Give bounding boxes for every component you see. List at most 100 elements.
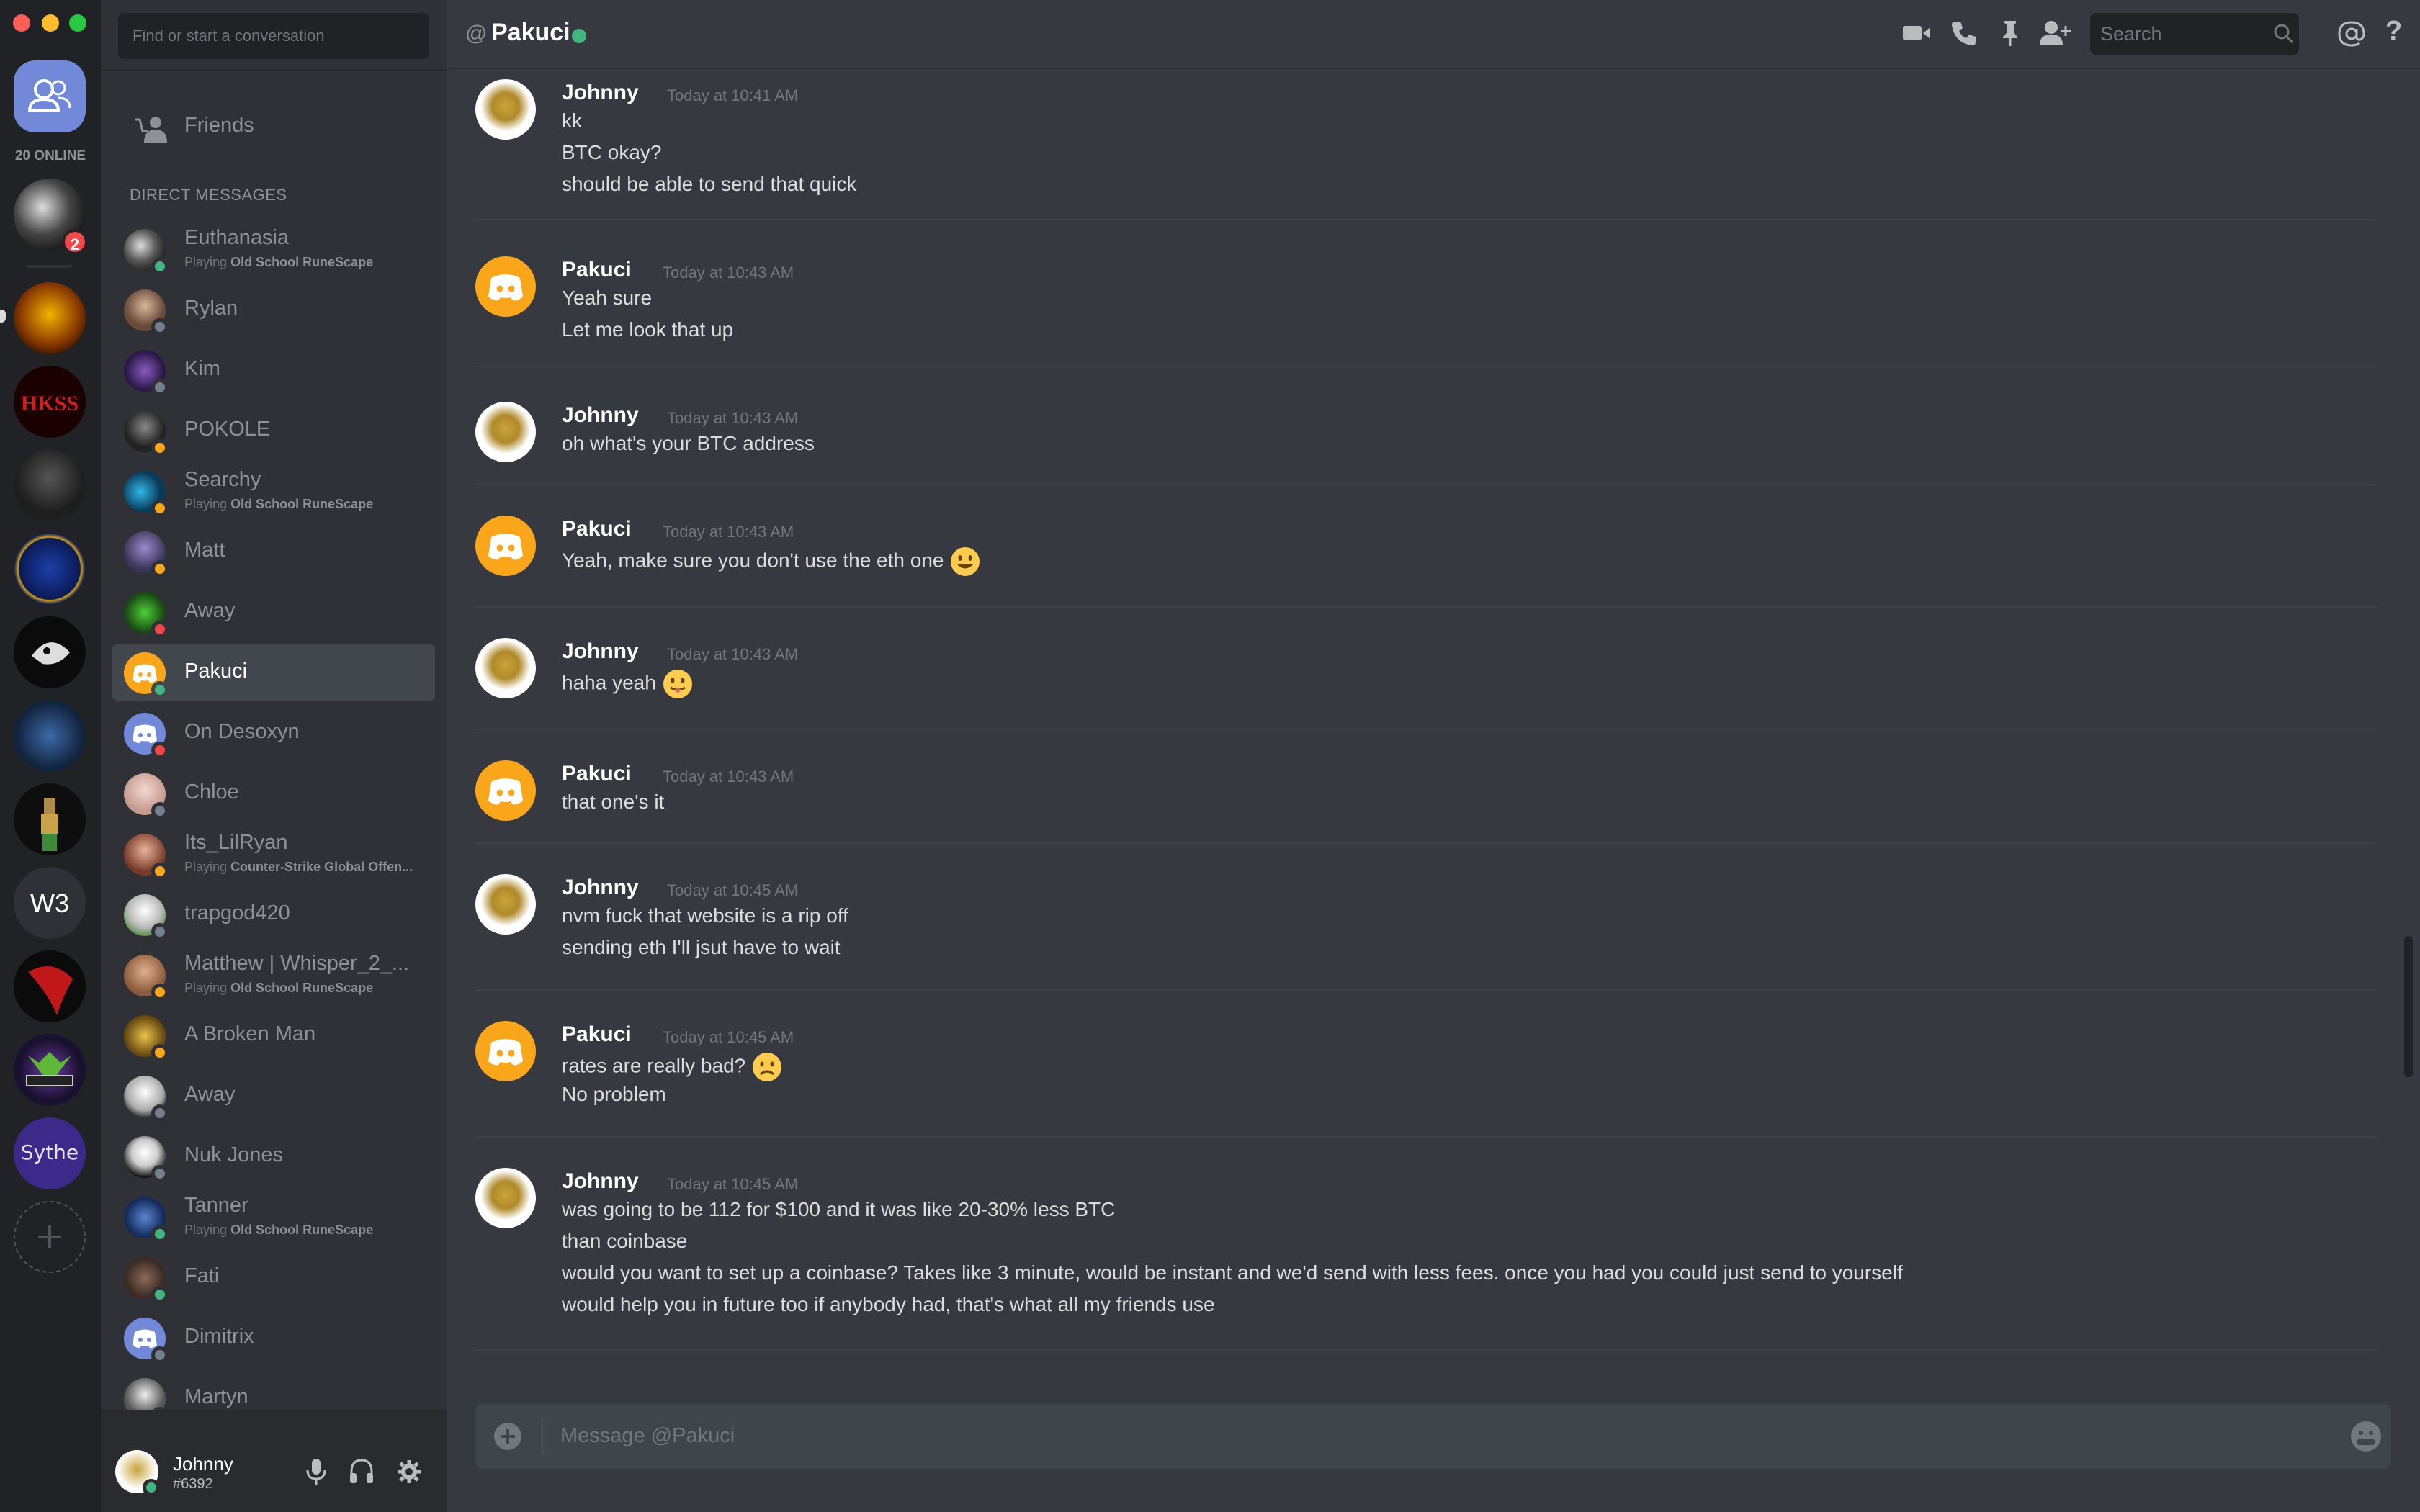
microphone-icon[interactable] — [304, 1457, 328, 1486]
dm-item[interactable]: Matthew | Whisper_2_... Playing Old Schoo… — [112, 946, 435, 1004]
message-text: would you want to set up a coinbase? Tak… — [562, 1261, 1903, 1284]
message-text: was going to be 112 for $100 and it was … — [562, 1198, 1116, 1220]
server-icon-7[interactable] — [14, 700, 86, 772]
dm-item[interactable]: Searchy Playing Old School RuneScape — [112, 462, 435, 520]
message-timestamp: Today at 10:43 AM — [663, 264, 794, 282]
dm-item[interactable]: Tanner Playing Old School RuneScape — [112, 1188, 435, 1246]
message-line: was going to be 112 for $100 and it was … — [562, 1198, 1115, 1221]
mentions-icon[interactable] — [2336, 19, 2367, 49]
dm-item[interactable]: Dimitrix — [112, 1309, 435, 1367]
message-input[interactable]: Message @Pakuci — [560, 1424, 735, 1448]
dm-item[interactable]: trapgod420 — [112, 886, 435, 943]
dm-item[interactable]: Euthanasia Playing Old School RuneScape — [112, 220, 435, 278]
message-divider — [475, 1349, 2377, 1351]
dm-activity: Playing Old School RuneScape — [184, 981, 373, 996]
dm-name: Dimitrix — [184, 1325, 254, 1348]
message-author[interactable]: Johnny — [562, 876, 639, 900]
zoom-window-button[interactable] — [69, 14, 86, 32]
dm-item[interactable]: Kim — [112, 341, 435, 399]
dm-activity: Playing Old School RuneScape — [184, 1223, 373, 1238]
message-avatar[interactable] — [475, 874, 536, 935]
dm-item[interactable]: On Desoxyn — [112, 704, 435, 762]
scrollbar-track[interactable] — [2404, 79, 2413, 1368]
voice-call-icon[interactable] — [1949, 19, 1978, 48]
message-author[interactable]: Johnny — [562, 1169, 639, 1194]
server-icon-2[interactable] — [14, 282, 86, 354]
dm-item[interactable]: Nuk Jones — [112, 1128, 435, 1185]
dm-item[interactable]: POKOLE — [112, 402, 435, 459]
close-window-button[interactable] — [13, 14, 30, 32]
message-timestamp: Today at 10:43 AM — [667, 409, 799, 427]
server-icon-sythe[interactable]: Sythe — [14, 1117, 86, 1189]
server-icon-avalon[interactable] — [14, 1034, 86, 1106]
settings-gear-icon[interactable] — [396, 1457, 422, 1486]
dm-name: Away — [184, 1083, 236, 1106]
search-input[interactable]: Search — [2090, 13, 2299, 55]
skull-logo-icon — [32, 642, 70, 665]
message-avatar[interactable] — [475, 760, 536, 821]
dm-name: Matthew | Whisper_2_... — [184, 952, 410, 975]
message-author[interactable]: Pakuci — [562, 517, 632, 541]
dm-name: Pakuci — [184, 660, 248, 683]
dm-item[interactable]: A Broken Man — [112, 1007, 435, 1064]
upload-plus-icon[interactable] — [493, 1421, 523, 1452]
headphones-icon[interactable] — [349, 1457, 375, 1486]
message-text: Yeah, make sure you don't use the eth on… — [562, 549, 944, 572]
server-icon-5[interactable] — [14, 533, 86, 605]
message-timestamp: Today at 10:45 AM — [667, 881, 799, 899]
message-line: sending eth I'll jsut have to wait — [562, 936, 841, 959]
composer-divider — [542, 1418, 543, 1454]
message-avatar[interactable] — [475, 402, 536, 462]
channel-title: Pakuci — [491, 19, 570, 46]
message-avatar[interactable] — [475, 516, 536, 576]
dm-item[interactable]: Chloe — [112, 765, 435, 822]
message-text: would help you in future too if anybody … — [562, 1293, 1215, 1315]
server-icon-10[interactable] — [14, 950, 86, 1022]
dm-item[interactable]: Away — [112, 1067, 435, 1125]
dm-item[interactable]: Rylan — [112, 281, 435, 338]
message-author[interactable]: Pakuci — [562, 1022, 632, 1047]
message-avatar[interactable] — [475, 638, 536, 698]
message-author[interactable]: Johnny — [562, 81, 639, 105]
message-avatar[interactable] — [475, 79, 536, 140]
status-indicator — [151, 379, 169, 396]
message-avatar[interactable] — [475, 1021, 536, 1081]
red-creature-icon — [28, 966, 73, 1015]
server-icon-8[interactable] — [14, 783, 86, 855]
dm-item[interactable]: Its_LilRyan Playing Counter-Strike Global… — [112, 825, 435, 883]
scrollbar-thumb[interactable] — [2404, 936, 2413, 1077]
sidebar-divider — [101, 69, 447, 71]
add-friend-to-dm-icon[interactable] — [2038, 19, 2071, 48]
status-indicator — [151, 984, 169, 1001]
dm-item[interactable]: Away — [112, 583, 435, 641]
message-timestamp: Today at 10:43 AM — [663, 768, 794, 786]
message-avatar[interactable] — [475, 1168, 536, 1228]
dm-item[interactable]: Fati — [112, 1248, 435, 1306]
server-icon-6[interactable] — [14, 616, 86, 688]
dm-item[interactable]: Matt — [112, 523, 435, 580]
server-icon-3[interactable]: HKSS — [14, 366, 86, 438]
message-composer[interactable]: Message @Pakuci — [475, 1404, 2391, 1469]
smiley-emoji-icon — [951, 547, 980, 576]
message-author[interactable]: Pakuci — [562, 258, 632, 282]
message-author[interactable]: Johnny — [562, 403, 639, 428]
friends-nav-item[interactable]: Friends — [112, 101, 435, 156]
message-author[interactable]: Johnny — [562, 639, 639, 664]
server-icon-4[interactable] — [14, 449, 86, 521]
server-icon-w3[interactable]: W3 — [14, 867, 86, 939]
chat-area: @ Pakuci Search ? Johnny Today at 10:41 … — [447, 0, 2420, 1512]
video-call-icon[interactable] — [1901, 19, 1932, 48]
find-conversation-input[interactable]: Find or start a conversation — [118, 13, 429, 59]
dm-item[interactable]: Pakuci — [112, 644, 435, 701]
emoji-picker-icon[interactable] — [2349, 1420, 2383, 1453]
status-indicator — [151, 258, 169, 275]
help-icon[interactable]: ? — [2385, 16, 2402, 47]
pinned-messages-icon[interactable] — [1998, 19, 2022, 48]
message-avatar[interactable] — [475, 256, 536, 317]
minimize-window-button[interactable] — [42, 14, 59, 32]
message-author[interactable]: Pakuci — [562, 762, 632, 786]
add-server-button[interactable] — [14, 1201, 86, 1273]
home-friends-button[interactable] — [14, 60, 86, 132]
dm-name: Fati — [184, 1264, 220, 1287]
status-indicator — [151, 1165, 169, 1182]
